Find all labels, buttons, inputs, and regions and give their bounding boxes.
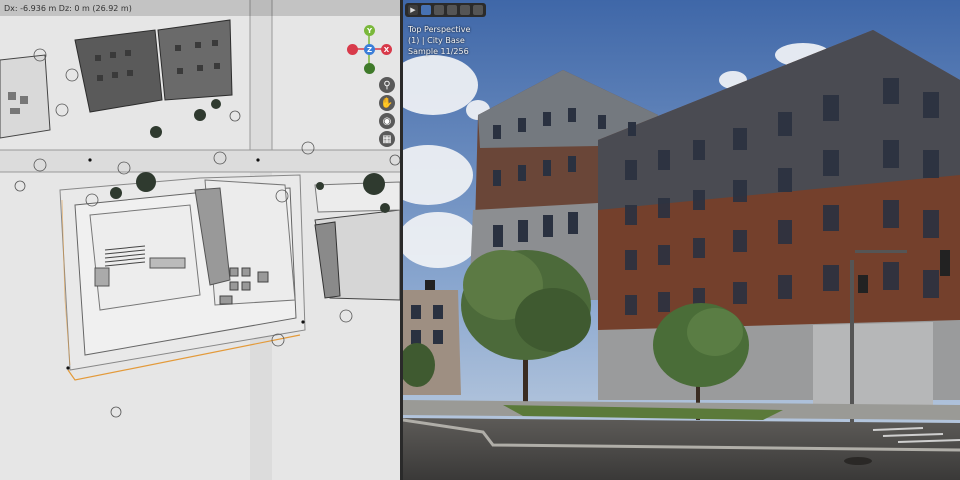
navigation-gizmo[interactable]: Y Z X [342,22,397,77]
zoom-icon[interactable]: ⚲ [379,77,395,93]
shading-solid-icon[interactable] [421,5,431,15]
hand-pan-icon[interactable]: ✋ [379,95,395,111]
collection-label: (1) | City Base [408,36,465,45]
axis-x-icon[interactable]: X [381,44,392,55]
measure-readout: Dx: -6.936 m Dz: 0 m (26.92 m) [4,4,132,13]
view-name-label: Top Perspective [408,25,471,34]
left-viewport[interactable]: Dx: -6.936 m Dz: 0 m (26.92 m) Y Z X ⚲ ✋… [0,0,400,480]
right-viewport[interactable]: Top Perspective (1) | City Base Sample 1… [403,0,960,480]
axis-neg-y-icon[interactable] [364,63,375,74]
render-sample-label: Sample 11/256 [408,47,469,56]
axis-neg-x-icon[interactable] [347,44,358,55]
render-canvas[interactable] [403,0,960,480]
axis-y-icon[interactable]: Y [364,25,375,36]
grid-icon[interactable]: ▦ [379,131,395,147]
play-icon[interactable]: ▶ [408,5,418,15]
viewport-shading-toolbar: ▶ [405,3,486,17]
top-view-canvas[interactable] [0,0,400,480]
shading-wire-icon[interactable] [460,5,470,15]
options-icon[interactable] [473,5,483,15]
shading-rendered-icon[interactable] [447,5,457,15]
axis-z-icon[interactable]: Z [364,44,375,55]
shading-material-icon[interactable] [434,5,444,15]
camera-icon[interactable]: ◉ [379,113,395,129]
